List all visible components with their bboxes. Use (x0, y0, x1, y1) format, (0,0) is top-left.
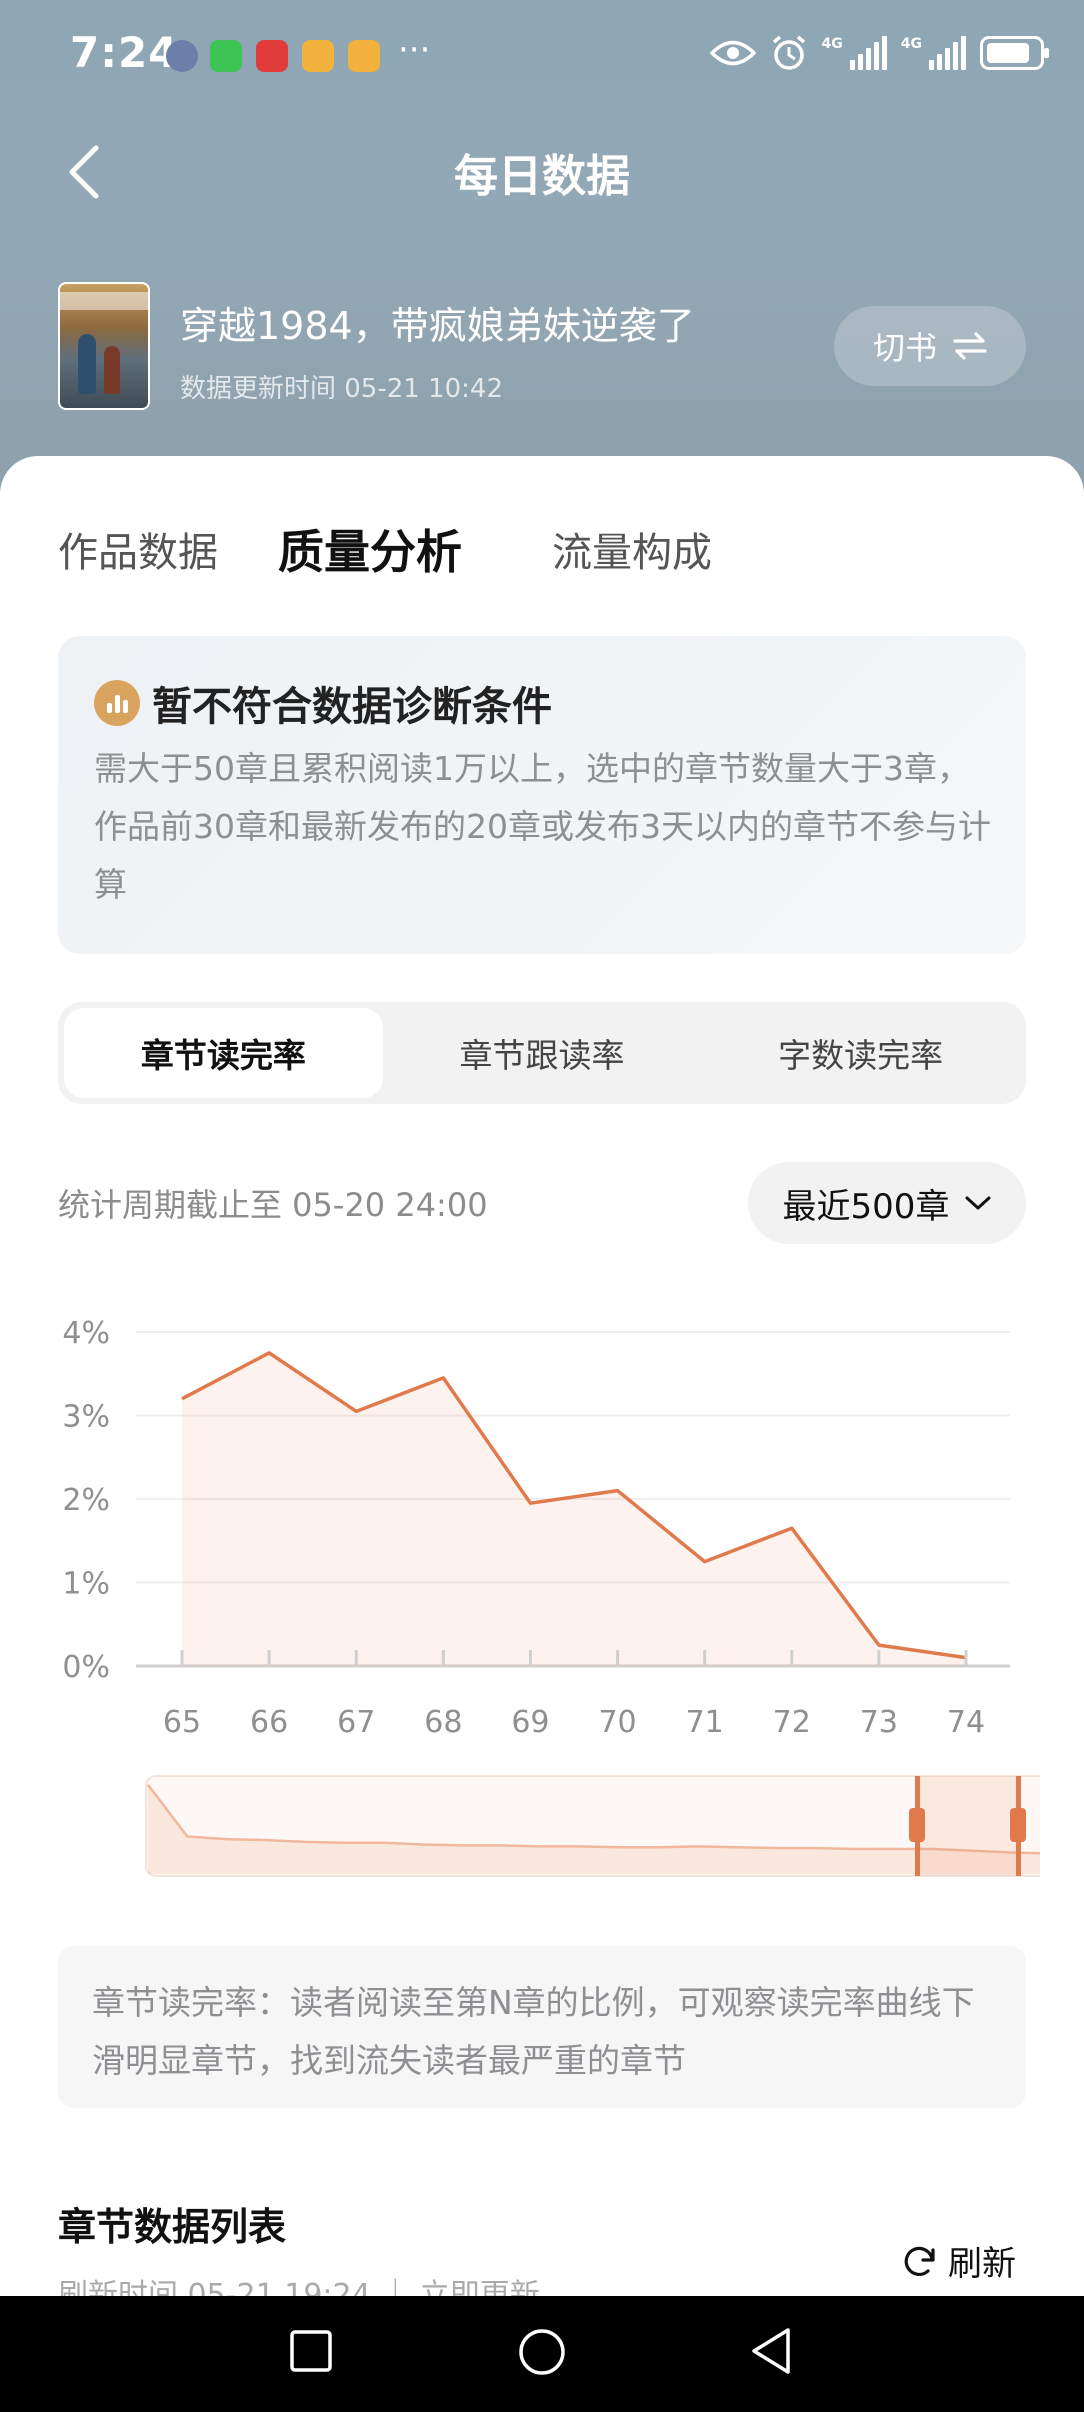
refresh-icon (904, 2246, 935, 2276)
x-tick-label: 74 (947, 1705, 985, 1740)
x-tick-label: 67 (337, 1705, 375, 1740)
y-tick-label: 2% (62, 1483, 110, 1518)
signal-strength-icon: 4G (822, 36, 887, 70)
segment-chapter-follow[interactable]: 章节跟读率 (383, 1008, 702, 1098)
y-tick-label: 4% (62, 1316, 110, 1351)
system-navigation-bar (0, 2296, 1084, 2412)
weibo-icon (302, 40, 334, 72)
app-notification-icon (166, 40, 198, 72)
wechat-icon (210, 40, 242, 72)
recent-apps-icon[interactable] (286, 2326, 336, 2376)
status-time: 7:24 (70, 28, 179, 77)
page-title: 每日数据 (454, 151, 630, 202)
alarm-icon (772, 35, 805, 70)
segment-chapter-completion[interactable]: 章节读完率 (64, 1008, 383, 1098)
segment-word-completion[interactable]: 字数读完率 (701, 1008, 1020, 1098)
tab-work-data[interactable]: 作品数据 (58, 520, 218, 590)
x-tick-label: 71 (686, 1705, 724, 1740)
chapter-range-select[interactable]: 最近500章 (748, 1162, 1026, 1244)
y-tick-label: 1% (62, 1567, 110, 1602)
stat-period: 统计周期截止至 05-20 24:00 (58, 1186, 488, 1224)
data-updated-time: 数据更新时间 05-21 10:42 (180, 374, 504, 404)
chapter-range-label: 最近500章 (782, 1186, 950, 1227)
book-cover[interactable] (58, 282, 150, 410)
y-tick-label: 3% (62, 1400, 110, 1435)
y-tick-label: 0% (62, 1650, 110, 1685)
main-tabs: 作品数据 质量分析 流量构成 (58, 520, 712, 590)
switch-book-button[interactable]: 切书 (834, 306, 1026, 386)
x-tick-label: 69 (511, 1705, 549, 1740)
x-tick-label: 70 (598, 1705, 636, 1740)
chapter-list-title: 章节数据列表 (58, 2205, 287, 2249)
switch-book-label: 切书 (872, 329, 937, 367)
chevron-down-icon (965, 1196, 991, 1210)
battery-icon (980, 36, 1049, 70)
back-nav-icon[interactable] (746, 2326, 796, 2376)
swap-arrows-icon (953, 332, 987, 360)
brush-handle-left-grip[interactable] (909, 1808, 925, 1842)
status-bar: 7:24 ··· 4G 4G (0, 0, 1084, 110)
line-area-fill (182, 1352, 966, 1666)
y-axis-ticks: 0% 1% 2% 3% 4% (62, 1316, 110, 1685)
metric-segmented-control: 章节读完率 章节跟读率 字数读完率 (58, 1002, 1026, 1104)
signal-strength-icon: 4G (901, 36, 966, 70)
x-tick-label: 66 (250, 1705, 288, 1740)
metric-description: 章节读完率：读者阅读至第N章的比例，可观察读完率曲线下滑明显章节，找到流失读者最… (58, 1946, 1026, 2108)
weibo-icon (348, 40, 380, 72)
notice-title: 暂不符合数据诊断条件 (152, 684, 552, 730)
notice-text: 需大于50章且累积阅读1万以上，选中的章节数量大于3章，作品前30章和最新发布的… (94, 749, 991, 904)
x-tick-label: 72 (773, 1705, 811, 1740)
book-title: 穿越1984，带疯娘弟妹逆袭了 (180, 304, 695, 348)
bar-chart-icon (94, 680, 140, 726)
refresh-button[interactable]: 刷新 (900, 2236, 1016, 2285)
status-indicators: 4G 4G (709, 34, 1049, 72)
home-icon[interactable] (516, 2326, 568, 2378)
eye-icon (709, 40, 756, 66)
diagnosis-notice: 暂不符合数据诊断条件 需大于50章且累积阅读1万以上，选中的章节数量大于3章，作… (58, 636, 1026, 954)
x-tick-label: 68 (424, 1705, 462, 1740)
brush-selection[interactable] (918, 1776, 1018, 1876)
x-tick-label: 73 (860, 1705, 898, 1740)
tab-quality-analysis[interactable]: 质量分析 (278, 516, 462, 590)
tab-traffic-composition[interactable]: 流量构成 (552, 520, 712, 590)
x-tick-label: 65 (163, 1705, 201, 1740)
more-notifications-icon: ··· (398, 30, 431, 70)
app-red-icon (256, 40, 288, 72)
refresh-label: 刷新 (948, 2244, 1016, 2284)
brush-handle-right-grip[interactable] (1010, 1808, 1026, 1842)
range-brush[interactable] (40, 1770, 1040, 1880)
